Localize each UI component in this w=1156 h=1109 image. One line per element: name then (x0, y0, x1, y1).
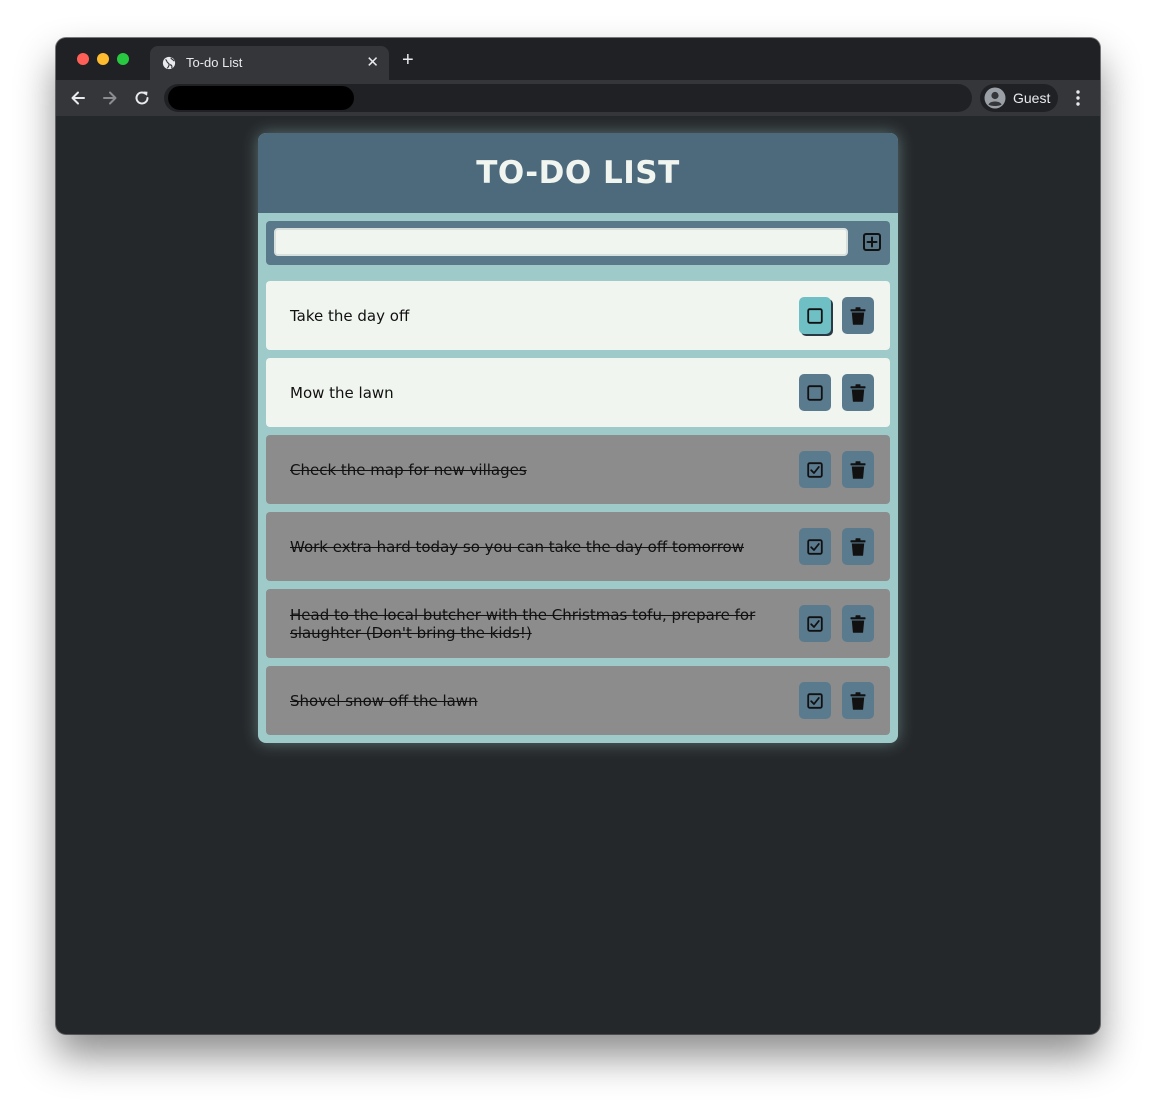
todo-item: Head to the local butcher with the Chris… (266, 589, 890, 658)
task-input[interactable] (274, 228, 848, 256)
uncheck-button[interactable] (799, 528, 831, 565)
uncheck-button[interactable] (799, 605, 831, 642)
todo-item: Take the day off (266, 281, 890, 350)
todo-text: Check the map for new villages (290, 460, 527, 479)
back-arrow-icon[interactable] (69, 89, 87, 107)
todo-text: Mow the lawn (290, 383, 394, 402)
square-icon (807, 384, 823, 401)
trash-icon (850, 383, 866, 402)
trash-icon (850, 691, 866, 710)
delete-button[interactable] (842, 682, 874, 719)
check-square-icon (807, 692, 823, 709)
profile-label: Guest (1013, 90, 1051, 106)
todo-text: Take the day off (290, 306, 410, 325)
check-square-icon (807, 461, 823, 478)
trash-icon (850, 306, 866, 325)
trash-icon (850, 614, 866, 633)
check-button[interactable] (799, 297, 831, 334)
todo-list: Take the day off Mow the lawn Check the ma… (266, 281, 890, 743)
globe-icon (162, 56, 176, 70)
close-window-button[interactable] (77, 53, 89, 65)
todo-text: Work extra hard today so you can take th… (290, 537, 744, 556)
new-tab-button[interactable]: + (402, 50, 414, 70)
tab-bar: To-do List ✕ + (56, 38, 1100, 80)
trash-icon (850, 537, 866, 556)
reload-icon[interactable] (133, 89, 151, 107)
tab-title: To-do List (186, 55, 243, 70)
todo-item: Work extra hard today so you can take th… (266, 512, 890, 581)
add-task-row (266, 221, 890, 265)
more-menu-icon[interactable] (1072, 89, 1084, 107)
todo-text: Head to the local butcher with the Chris… (290, 605, 756, 642)
add-task-icon[interactable] (862, 232, 882, 252)
maximize-window-button[interactable] (117, 53, 129, 65)
page-title: TO-DO LIST (476, 155, 680, 191)
redacted-url (168, 86, 354, 110)
trash-icon (850, 460, 866, 479)
check-button[interactable] (799, 374, 831, 411)
avatar-icon (984, 87, 1006, 109)
tab-todo-list[interactable]: To-do List ✕ (150, 46, 389, 80)
check-square-icon (807, 615, 823, 632)
delete-button[interactable] (842, 528, 874, 565)
delete-button[interactable] (842, 605, 874, 642)
browser-window: To-do List ✕ + Guest TO-DO LIST Take the… (56, 38, 1100, 1034)
forward-arrow-icon[interactable] (101, 89, 119, 107)
todo-item: Shovel snow off the lawn (266, 666, 890, 735)
delete-button[interactable] (842, 374, 874, 411)
todo-app: TO-DO LIST Take the day off Mow the lawn C… (258, 133, 898, 743)
uncheck-button[interactable] (799, 451, 831, 488)
delete-button[interactable] (842, 297, 874, 334)
todo-item: Check the map for new villages (266, 435, 890, 504)
profile-button[interactable]: Guest (980, 84, 1058, 112)
square-icon (807, 307, 823, 324)
todo-item: Mow the lawn (266, 358, 890, 427)
address-bar[interactable] (164, 84, 972, 112)
check-square-icon (807, 538, 823, 555)
minimize-window-button[interactable] (97, 53, 109, 65)
app-header: TO-DO LIST (258, 133, 898, 213)
todo-text: Shovel snow off the lawn (290, 691, 478, 710)
tab-close-icon[interactable]: ✕ (366, 53, 379, 71)
delete-button[interactable] (842, 451, 874, 488)
uncheck-button[interactable] (799, 682, 831, 719)
browser-toolbar: Guest (56, 80, 1100, 116)
